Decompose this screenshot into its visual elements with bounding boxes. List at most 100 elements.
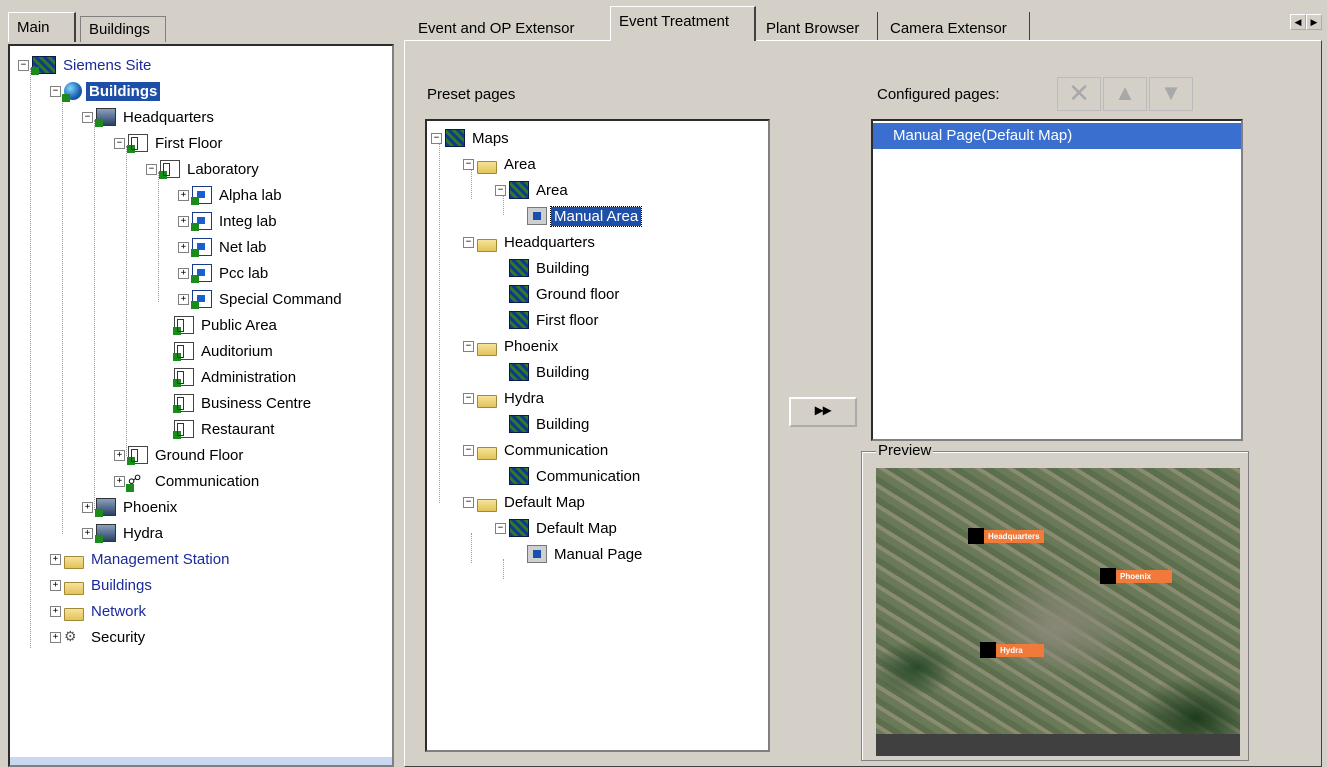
tree-node-manual-page[interactable]: Manual Page xyxy=(527,541,645,567)
tree-node-laboratory[interactable]: − Laboratory xyxy=(146,156,262,182)
tree-node-lab[interactable]: + Pcc lab xyxy=(178,260,271,286)
tree-node-security[interactable]: + ⚙ Security xyxy=(50,624,148,650)
tree-node-maps[interactable]: − Maps xyxy=(431,125,512,151)
tree-node-lab[interactable]: + Special Command xyxy=(178,286,345,312)
tree-node-hydra-building[interactable]: Building xyxy=(509,411,592,437)
node-label: Siemens Site xyxy=(63,56,152,74)
tree-node-hq-folder[interactable]: − Headquarters xyxy=(463,229,598,255)
tree-node-default-map-folder[interactable]: − Default Map xyxy=(463,489,588,515)
camera-icon xyxy=(968,528,984,544)
delete-button[interactable]: ✕ xyxy=(1057,77,1101,111)
tree-node-management-station[interactable]: + Management Station xyxy=(50,546,232,572)
tree-node-phoenix[interactable]: + Phoenix xyxy=(82,494,180,520)
tree-node-area[interactable]: Restaurant xyxy=(160,416,277,442)
monitor-icon xyxy=(191,264,212,283)
tree-node-lab[interactable]: + Net lab xyxy=(178,234,270,260)
tab-event-op-extensor[interactable]: Event and OP Extensor xyxy=(410,12,608,41)
collapse-icon[interactable]: − xyxy=(463,496,474,508)
tree-node-hydra[interactable]: + Hydra xyxy=(82,520,166,546)
expand-icon[interactable]: + xyxy=(82,501,93,513)
tree-node-hq-building[interactable]: Building xyxy=(509,255,592,281)
collapse-icon[interactable]: − xyxy=(114,137,125,149)
tab-buildings[interactable]: Buildings xyxy=(80,16,166,42)
folder-icon xyxy=(477,394,497,408)
collapse-icon[interactable]: − xyxy=(495,184,506,196)
arrow-up-icon: ▲ xyxy=(1114,80,1136,105)
expand-icon[interactable]: + xyxy=(178,189,189,201)
collapse-icon[interactable]: − xyxy=(463,236,474,248)
tab-main[interactable]: Main xyxy=(8,12,76,42)
expand-icon[interactable]: + xyxy=(178,293,189,305)
site-tree[interactable]: − Siemens Site − Buildings − Headquarter… xyxy=(8,44,394,767)
tree-node-buildings-folder[interactable]: + Buildings xyxy=(50,572,155,598)
collapse-icon[interactable]: − xyxy=(146,163,157,175)
tab-event-treatment[interactable]: Event Treatment xyxy=(610,6,756,41)
expand-icon[interactable]: + xyxy=(50,579,61,591)
node-label: Alpha lab xyxy=(219,186,282,204)
tree-node-area[interactable]: Business Centre xyxy=(160,390,314,416)
tree-node-area-folder[interactable]: − Area xyxy=(463,151,539,177)
tree-node-hydra-folder[interactable]: − Hydra xyxy=(463,385,547,411)
tree-node-lab[interactable]: + Alpha lab xyxy=(178,182,285,208)
expand-icon[interactable]: + xyxy=(178,267,189,279)
expand-icon[interactable]: + xyxy=(178,241,189,253)
expand-icon[interactable]: + xyxy=(50,605,61,617)
collapse-icon[interactable]: − xyxy=(463,444,474,456)
tab-camera-extensor[interactable]: Camera Extensor xyxy=(882,12,1030,41)
move-down-button[interactable]: ▼ xyxy=(1149,77,1193,111)
node-label: Manual Area xyxy=(549,205,643,227)
tree-node-first-floor[interactable]: − First Floor xyxy=(114,130,226,156)
tree-node-area-map[interactable]: − Area xyxy=(495,177,571,203)
floor-icon xyxy=(173,316,194,335)
tree-node-area[interactable]: Auditorium xyxy=(160,338,276,364)
configured-pages-label: Configured pages: xyxy=(877,86,1000,103)
tree-node-lab[interactable]: + Integ lab xyxy=(178,208,280,234)
expand-icon[interactable]: + xyxy=(114,449,125,461)
collapse-icon[interactable]: − xyxy=(18,59,29,71)
add-page-button[interactable]: ▸▸ xyxy=(789,397,857,427)
move-up-button[interactable]: ▲ xyxy=(1103,77,1147,111)
left-pane: Main Buildings − Siemens Site − Building… xyxy=(0,0,398,767)
tree-node-area[interactable]: Administration xyxy=(160,364,299,390)
tab-scroll-left-icon[interactable]: ◀ xyxy=(1290,14,1306,30)
tree-node-hq-first-floor[interactable]: First floor xyxy=(509,307,602,333)
expand-icon[interactable]: + xyxy=(82,527,93,539)
tree-node-buildings[interactable]: − Buildings xyxy=(50,78,161,104)
tree-node-phoenix-folder[interactable]: − Phoenix xyxy=(463,333,561,359)
tree-node-communication-map[interactable]: Communication xyxy=(509,463,643,489)
tree-node-area[interactable]: Public Area xyxy=(160,312,280,338)
tree-node-default-map[interactable]: − Default Map xyxy=(495,515,620,541)
collapse-icon[interactable]: − xyxy=(50,85,61,97)
configured-pages-list[interactable]: Manual Page(Default Map) xyxy=(871,119,1243,441)
tree-node-headquarters[interactable]: − Headquarters xyxy=(82,104,217,130)
marker-headquarters[interactable]: Headquarters xyxy=(968,528,1044,544)
tab-plant-browser[interactable]: Plant Browser xyxy=(758,12,878,41)
expand-icon[interactable]: + xyxy=(178,215,189,227)
tree-node-communication-folder[interactable]: − Communication xyxy=(463,437,611,463)
preset-pages-tree[interactable]: − Maps − Area − Area Manual Area − Headq… xyxy=(425,119,770,752)
expand-icon[interactable]: + xyxy=(114,475,125,487)
marker-hydra[interactable]: Hydra xyxy=(980,642,1044,658)
expand-icon[interactable]: + xyxy=(50,631,61,643)
expand-icon[interactable]: + xyxy=(50,553,61,565)
tree-node-manual-area[interactable]: Manual Area xyxy=(527,203,643,229)
collapse-icon[interactable]: − xyxy=(82,111,93,123)
collapse-icon[interactable]: − xyxy=(463,392,474,404)
collapse-icon[interactable]: − xyxy=(431,132,442,144)
horizontal-scrollbar[interactable] xyxy=(10,757,392,765)
marker-phoenix[interactable]: Phoenix xyxy=(1100,568,1172,584)
tree-node-ground-floor[interactable]: + Ground Floor xyxy=(114,442,246,468)
monitor-icon xyxy=(191,290,212,309)
list-item[interactable]: Manual Page(Default Map) xyxy=(873,123,1241,149)
tree-node-communication[interactable]: + ☍ Communication xyxy=(114,468,262,494)
tab-scroll-right-icon[interactable]: ▶ xyxy=(1306,14,1322,30)
collapse-icon[interactable]: − xyxy=(495,522,506,534)
collapse-icon[interactable]: − xyxy=(463,340,474,352)
tree-node-network[interactable]: + Network xyxy=(50,598,149,624)
tree-node-phoenix-building[interactable]: Building xyxy=(509,359,592,385)
tree-node-siemens-site[interactable]: − Siemens Site xyxy=(18,52,154,78)
collapse-icon[interactable]: − xyxy=(463,158,474,170)
tree-node-hq-ground-floor[interactable]: Ground floor xyxy=(509,281,622,307)
page-icon xyxy=(527,207,547,225)
tree-line xyxy=(158,172,159,302)
